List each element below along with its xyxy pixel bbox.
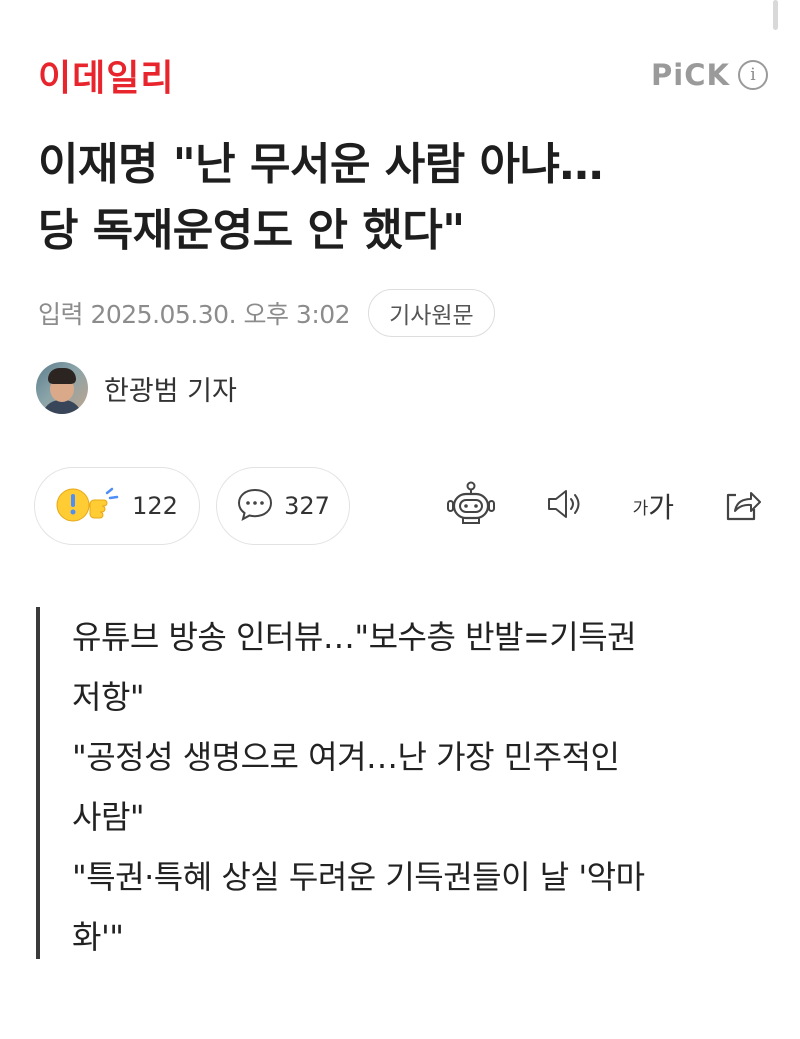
- pick-badge[interactable]: PiCK i: [651, 58, 768, 92]
- info-icon[interactable]: i: [738, 60, 768, 90]
- reporter-info[interactable]: 한광범 기자: [36, 362, 237, 414]
- original-article-button[interactable]: 기사원문: [368, 289, 495, 337]
- press-header: 이데일리 PiCK i: [38, 49, 768, 101]
- scrollbar[interactable]: [773, 0, 778, 30]
- article-summary: 유튜브 방송 인터뷰…"보수층 반발=기득권 저항" "공정성 생명으로 여겨……: [36, 607, 736, 959]
- action-bar: 122 327 가 가: [34, 467, 764, 545]
- pick-label: PiCK: [651, 58, 730, 92]
- speaker-icon: [545, 486, 585, 526]
- title-line-1: 이재명 "난 무서운 사람 아냐…: [38, 139, 603, 190]
- share-icon: [722, 485, 762, 527]
- comment-bubble-icon: [236, 486, 274, 526]
- title-line-2: 당 독재운영도 안 했다": [38, 205, 465, 256]
- published-date: 입력 2025.05.30. 오후 3:02: [38, 300, 351, 329]
- comment-count: 327: [284, 492, 330, 520]
- summary-line: 유튜브 방송 인터뷰…"보수층 반발=기득권: [72, 618, 637, 656]
- ai-summary-bot-icon: [445, 480, 497, 532]
- press-logo[interactable]: 이데일리: [38, 49, 174, 101]
- summary-line: 저항": [72, 678, 145, 716]
- article-page: 이데일리 PiCK i 이재명 "난 무서운 사람 아냐… 당 독재운영도 안 …: [0, 0, 800, 1039]
- summary-line: "공정성 생명으로 여겨…난 가장 민주적인: [72, 738, 620, 776]
- article-title: 이재명 "난 무서운 사람 아냐… 당 독재운영도 안 했다": [38, 132, 768, 264]
- article-tools: 가가: [445, 480, 764, 532]
- font-size-button[interactable]: 가가: [633, 483, 674, 529]
- comment-button[interactable]: 327: [216, 467, 350, 545]
- reporter-name[interactable]: 한광범 기자: [104, 369, 237, 408]
- font-size-large-label: 가: [648, 491, 674, 524]
- font-size-small-label: 가: [632, 498, 649, 519]
- article-meta: 입력 2025.05.30. 오후 3:02 기사원문: [38, 288, 495, 338]
- summary-line: "특권·특혜 상실 두려운 기득권들이 날 '악마: [72, 858, 645, 896]
- reaction-count: 122: [132, 492, 178, 520]
- summary-line: 화'": [72, 918, 124, 956]
- text-to-speech-button[interactable]: [545, 483, 585, 529]
- ai-summary-bot-button[interactable]: [445, 480, 497, 532]
- share-button[interactable]: [722, 483, 762, 529]
- reaction-emoji-icon: [56, 484, 122, 528]
- reporter-avatar[interactable]: [36, 362, 88, 414]
- reaction-button[interactable]: 122: [34, 467, 200, 545]
- summary-line: 사람": [72, 798, 145, 836]
